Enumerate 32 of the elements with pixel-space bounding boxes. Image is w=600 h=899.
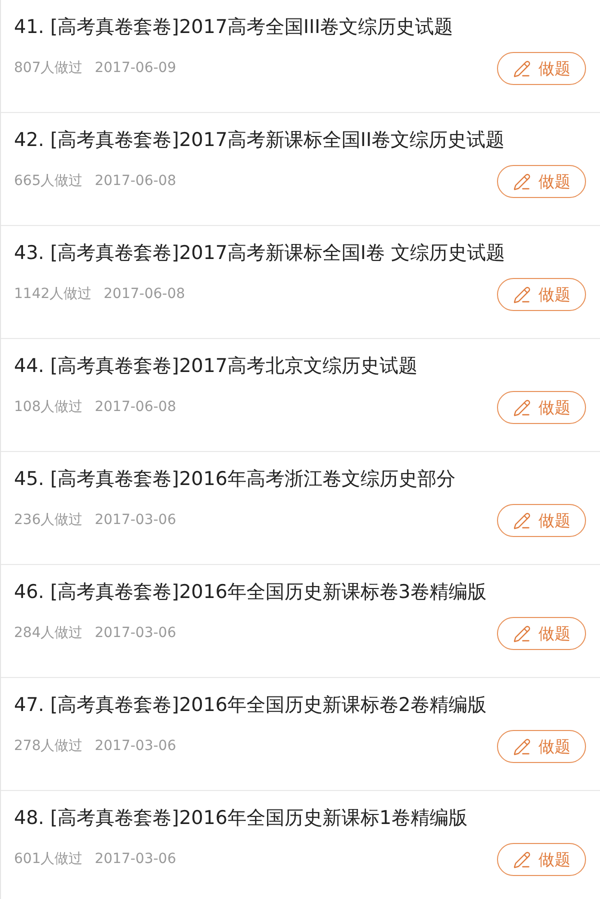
attempt-count: 236人做过: [14, 511, 83, 530]
exam-title[interactable]: 41. [高考真卷套卷]2017高考全国III卷文综历史试题: [14, 12, 454, 42]
exam-title[interactable]: 43. [高考真卷套卷]2017高考新课标全国I卷 文综历史试题: [14, 238, 506, 268]
exam-date: 2017-06-08: [94, 398, 176, 417]
attempt-count: 665人做过: [14, 172, 83, 191]
pencil-icon: [512, 286, 530, 304]
pencil-icon: [512, 738, 530, 756]
exam-date: 2017-03-06: [94, 511, 176, 530]
pencil-icon: [512, 512, 530, 530]
pencil-icon: [512, 850, 530, 868]
exam-date: 2017-03-06: [94, 850, 176, 869]
exam-title[interactable]: 44. [高考真卷套卷]2017高考北京文综历史试题: [14, 351, 418, 381]
attempt-count: 278人做过: [14, 737, 83, 756]
exam-date: 2017-06-08: [94, 172, 176, 191]
pencil-icon: [512, 172, 530, 190]
exam-date: 2017-06-08: [104, 285, 186, 304]
exam-title[interactable]: 48. [高考真卷套卷]2016年全国历史新课标1卷精编版: [14, 803, 468, 833]
exam-title[interactable]: 47. [高考真卷套卷]2016年全国历史新课标卷2卷精编版: [14, 690, 487, 720]
exam-title[interactable]: 42. [高考真卷套卷]2017高考新课标全国II卷文综历史试题: [14, 125, 505, 155]
attempt-count: 284人做过: [14, 624, 83, 643]
exam-date: 2017-03-06: [94, 737, 176, 756]
attempt-count: 601人做过: [14, 850, 83, 869]
exam-date: 2017-06-09: [94, 59, 176, 78]
exam-date: 2017-03-06: [94, 624, 176, 643]
pencil-icon: [512, 398, 530, 416]
pencil-icon: [512, 60, 530, 78]
attempt-count: 108人做过: [14, 398, 83, 417]
pencil-icon: [512, 624, 530, 642]
attempt-count: 807人做过: [14, 59, 83, 78]
exam-title[interactable]: 46. [高考真卷套卷]2016年全国历史新课标卷3卷精编版: [14, 577, 487, 607]
exam-title[interactable]: 45. [高考真卷套卷]2016年高考浙江卷文综历史部分: [14, 464, 456, 494]
attempt-count: 1142人做过: [14, 285, 92, 304]
